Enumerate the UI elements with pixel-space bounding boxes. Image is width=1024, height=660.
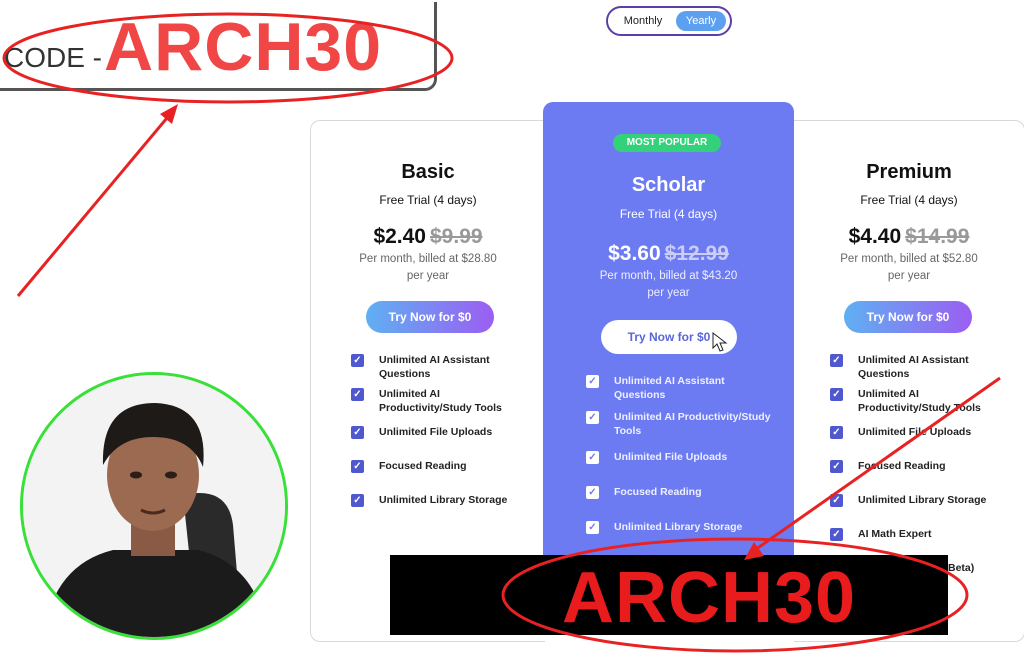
feature-list: ✓ Unlimited AI Assistant Questions ✓ Unlim… [351,353,531,527]
plan-card-scholar: MOST POPULAR Scholar Free Trial (4 days)… [543,102,794,562]
plan-price-row: $3.60 $12.99 [543,242,794,266]
plan-name: Basic [401,161,455,183]
promo-code-prefix: CODE - [4,42,102,73]
billing-line: per year [406,270,450,282]
check-icon: ✓ [351,494,364,507]
toggle-monthly[interactable]: Monthly [614,11,672,31]
plan-price: $2.40 [373,225,426,248]
check-icon: ✓ [351,388,364,401]
check-icon: ✓ [830,494,843,507]
arrow-head-top [160,104,178,124]
arrow-line-top [16,111,174,297]
feature-item: ✓ Unlimited AI Assistant Questions [351,353,531,387]
plan-name: Scholar [631,174,706,196]
plan-trial: Free Trial (4 days) [860,193,958,207]
plan-billing: Per month, billed at $43.20 per year [543,268,794,302]
check-icon: ✓ [351,354,364,367]
check-icon: ✓ [586,486,599,499]
promo-code: ARCH30 [104,9,383,85]
plan-price: $3.60 [608,242,661,265]
plan-old-price: $12.99 [664,242,729,265]
feature-item: ✓ Unlimited AI Productivity/Study Tools [830,387,1010,425]
plan-price-row: $2.40 $9.99 [311,225,545,249]
feature-item: ✓ Unlimited AI Assistant Questions [830,353,1010,387]
plan-billing: Per month, billed at $28.80 per year [311,251,545,285]
check-icon: ✓ [830,388,843,401]
plan-billing: Per month, billed at $52.80 per year [794,251,1024,285]
feature-item: ✓ Focused Reading [586,485,776,520]
webcam-feed [20,372,288,640]
check-icon: ✓ [830,426,843,439]
try-now-button[interactable]: Try Now for $0 [601,320,737,354]
check-icon: ✓ [586,375,599,388]
feature-list: ✓ Unlimited AI Assistant Questions ✓ Unlim… [586,374,776,550]
presenter-illustration [23,375,285,637]
feature-item: ✓ Unlimited Library Storage [830,493,1010,527]
plan-trial: Free Trial (4 days) [379,193,477,207]
feature-item: ✓ Unlimited AI Productivity/Study Tools [351,387,531,425]
check-icon: ✓ [586,411,599,424]
feature-item: ✓ Unlimited AI Productivity/Study Tools [586,410,776,450]
billing-toggle[interactable]: Monthly Yearly [606,6,732,36]
most-popular-badge: MOST POPULAR [613,134,721,152]
overlay-code: ARCH30 [562,558,857,638]
plan-price: $4.40 [848,225,902,248]
feature-item: ✓ Unlimited File Uploads [351,425,531,459]
check-icon: ✓ [351,460,364,473]
check-icon: ✓ [586,521,599,534]
plan-old-price: $9.99 [430,225,483,248]
check-icon: ✓ [830,460,843,473]
check-icon: ✓ [830,528,843,541]
try-now-button[interactable]: Try Now for $0 [366,301,494,333]
billing-line: per year [887,270,931,282]
plan-name: Premium [866,161,952,183]
feature-item: ✓ Unlimited Library Storage [351,493,531,527]
feature-item: ✓ Unlimited AI Assistant Questions [586,374,776,410]
plan-trial: Free Trial (4 days) [619,207,718,221]
billing-line: Per month, billed at $52.80 [840,253,978,265]
feature-item: ✓ Unlimited File Uploads [830,425,1010,459]
plan-price-row: $4.40 $14.99 [794,225,1024,249]
feature-item: ✓ Unlimited File Uploads [586,450,776,485]
check-icon: ✓ [586,451,599,464]
feature-item: ✓ Unlimited Library Storage [586,520,776,550]
promo-overlay: ARCH30 [390,555,948,638]
toggle-yearly[interactable]: Yearly [676,11,726,31]
check-icon: ✓ [351,426,364,439]
billing-line: Per month, billed at $43.20 [599,270,738,282]
feature-item: ✓ Focused Reading [830,459,1010,493]
billing-line: Per month, billed at $28.80 [359,253,497,265]
feature-item: ✓ Focused Reading [351,459,531,493]
check-icon: ✓ [830,354,843,367]
plan-old-price: $14.99 [905,225,970,248]
try-now-button[interactable]: Try Now for $0 [844,301,972,333]
billing-line: per year [647,287,690,299]
